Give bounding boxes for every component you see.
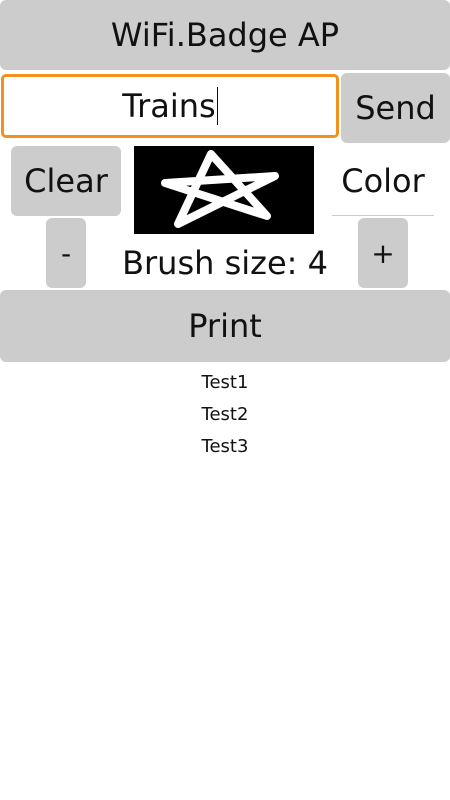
- title-button-label: WiFi.Badge AP: [110, 16, 340, 54]
- text-caret: [216, 87, 218, 125]
- brush-decrease-button[interactable]: -: [46, 218, 86, 288]
- color-button[interactable]: Color: [332, 146, 434, 216]
- color-button-label: Color: [341, 161, 425, 200]
- list-item[interactable]: Test2: [0, 398, 450, 430]
- title-button[interactable]: WiFi.Badge AP: [0, 0, 450, 70]
- message-input[interactable]: Trains: [1, 74, 339, 138]
- drawing-canvas[interactable]: [134, 146, 314, 234]
- clear-button[interactable]: Clear: [11, 146, 121, 216]
- plus-label: +: [371, 236, 395, 270]
- clear-button-label: Clear: [24, 162, 108, 200]
- list-item[interactable]: Test1: [0, 366, 450, 398]
- list-item[interactable]: Test3: [0, 430, 450, 462]
- message-input-value: Trains: [122, 87, 216, 125]
- send-button[interactable]: Send: [341, 73, 450, 143]
- device-list: Test1 Test2 Test3: [0, 366, 450, 462]
- send-button-label: Send: [355, 89, 436, 127]
- print-button[interactable]: Print: [0, 290, 450, 362]
- brush-increase-button[interactable]: +: [358, 218, 408, 288]
- brush-size-label: Brush size: 4: [122, 244, 328, 282]
- print-button-label: Print: [188, 307, 262, 345]
- star-drawing: [161, 150, 279, 228]
- minus-label: -: [60, 236, 72, 270]
